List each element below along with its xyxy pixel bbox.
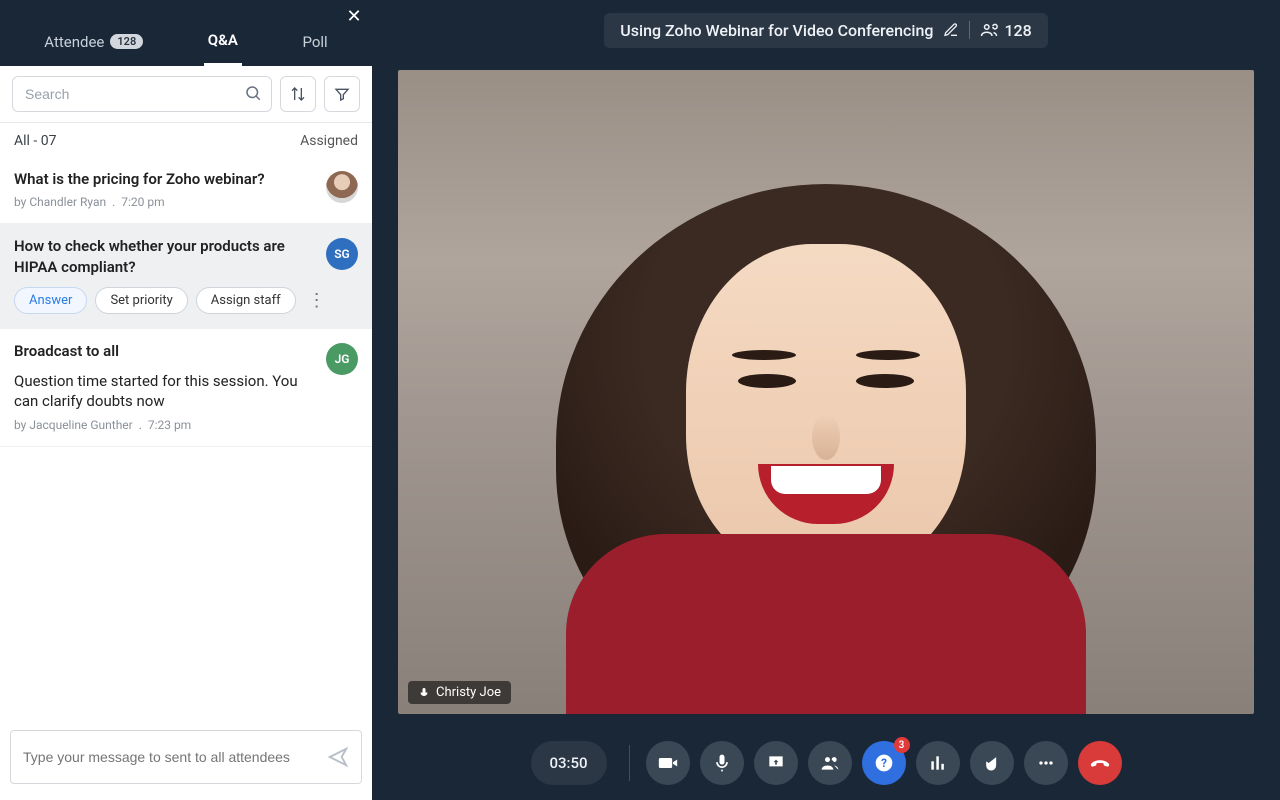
- tab-attendee[interactable]: Attendee 128: [40, 21, 147, 66]
- search-input[interactable]: [12, 76, 272, 112]
- polls-button[interactable]: [916, 741, 960, 785]
- webinar-title: Using Zoho Webinar for Video Conferencin…: [620, 21, 933, 40]
- question-actions: Answer Set priority Assign staff ⋮: [14, 287, 358, 314]
- mic-icon: [418, 687, 430, 699]
- edit-title-icon[interactable]: [943, 22, 959, 38]
- tab-poll[interactable]: Poll: [298, 21, 331, 66]
- call-controls: 03:50 ? 3: [372, 720, 1280, 800]
- tab-label: Attendee: [44, 33, 104, 51]
- author-avatar: [326, 171, 358, 203]
- attendee-count[interactable]: 128: [980, 21, 1031, 40]
- author-avatar: SG: [326, 238, 358, 270]
- close-icon[interactable]: ✕: [344, 6, 364, 26]
- end-call-button[interactable]: [1078, 741, 1122, 785]
- qna-toolbar: [0, 66, 372, 123]
- tab-label: Poll: [302, 33, 327, 51]
- speaker-illustration: [546, 154, 1106, 714]
- list-meta: All - 07 Assigned: [0, 123, 372, 157]
- panel-tabs: Attendee 128 Q&A Poll: [12, 21, 360, 66]
- speaker-name: Christy Joe: [436, 685, 501, 700]
- author-avatar: JG: [326, 343, 358, 375]
- title-pill: Using Zoho Webinar for Video Conferencin…: [604, 13, 1047, 48]
- speaker-name-tag: Christy Joe: [408, 681, 511, 704]
- answer-button[interactable]: Answer: [14, 287, 87, 314]
- call-timer: 03:50: [531, 741, 607, 785]
- video-frame[interactable]: Christy Joe: [398, 70, 1254, 714]
- qna-button[interactable]: ? 3: [862, 741, 906, 785]
- assign-staff-button[interactable]: Assign staff: [196, 287, 296, 314]
- search-icon: [244, 84, 262, 102]
- broadcast-input[interactable]: [23, 749, 327, 765]
- panel-header: ✕ Attendee 128 Q&A Poll: [0, 0, 372, 66]
- raise-hand-button[interactable]: [970, 741, 1014, 785]
- share-screen-button[interactable]: [754, 741, 798, 785]
- webinar-title-bar: Using Zoho Webinar for Video Conferencin…: [372, 0, 1280, 60]
- qna-badge: 3: [894, 737, 910, 753]
- video-area: Christy Joe: [372, 60, 1280, 720]
- question-text: What is the pricing for Zoho webinar?: [14, 169, 358, 189]
- question-list: What is the pricing for Zoho webinar? by…: [0, 157, 372, 718]
- more-options-button[interactable]: [1024, 741, 1068, 785]
- question-text: Question time started for this session. …: [14, 371, 358, 412]
- video-main: Using Zoho Webinar for Video Conferencin…: [372, 0, 1280, 800]
- assigned-link[interactable]: Assigned: [300, 133, 358, 149]
- question-text: How to check whether your products are H…: [14, 236, 358, 277]
- participants-button[interactable]: [808, 741, 852, 785]
- filter-button[interactable]: [324, 76, 360, 112]
- send-icon[interactable]: [327, 746, 349, 768]
- tab-qna[interactable]: Q&A: [204, 21, 242, 66]
- question-byline: by Jacqueline Gunther . 7:23 pm: [14, 418, 358, 432]
- qna-panel: ✕ Attendee 128 Q&A Poll: [0, 0, 372, 800]
- question-byline: by Chandler Ryan . 7:20 pm: [14, 195, 358, 209]
- separator: [969, 21, 970, 39]
- all-count: All - 07: [14, 133, 57, 149]
- camera-button[interactable]: [646, 741, 690, 785]
- separator: [629, 745, 630, 781]
- more-actions-icon[interactable]: ⋮: [304, 290, 330, 311]
- message-composer: [0, 718, 372, 800]
- question-item[interactable]: Broadcast to all Question time started f…: [0, 329, 372, 447]
- question-item[interactable]: How to check whether your products are H…: [0, 224, 372, 329]
- attendee-count-badge: 128: [110, 34, 143, 49]
- tab-label: Q&A: [208, 31, 238, 49]
- set-priority-button[interactable]: Set priority: [95, 287, 187, 314]
- broadcast-title: Broadcast to all: [14, 341, 358, 361]
- mic-button[interactable]: [700, 741, 744, 785]
- question-item[interactable]: What is the pricing for Zoho webinar? by…: [0, 157, 372, 224]
- svg-text:?: ?: [881, 756, 887, 770]
- sort-button[interactable]: [280, 76, 316, 112]
